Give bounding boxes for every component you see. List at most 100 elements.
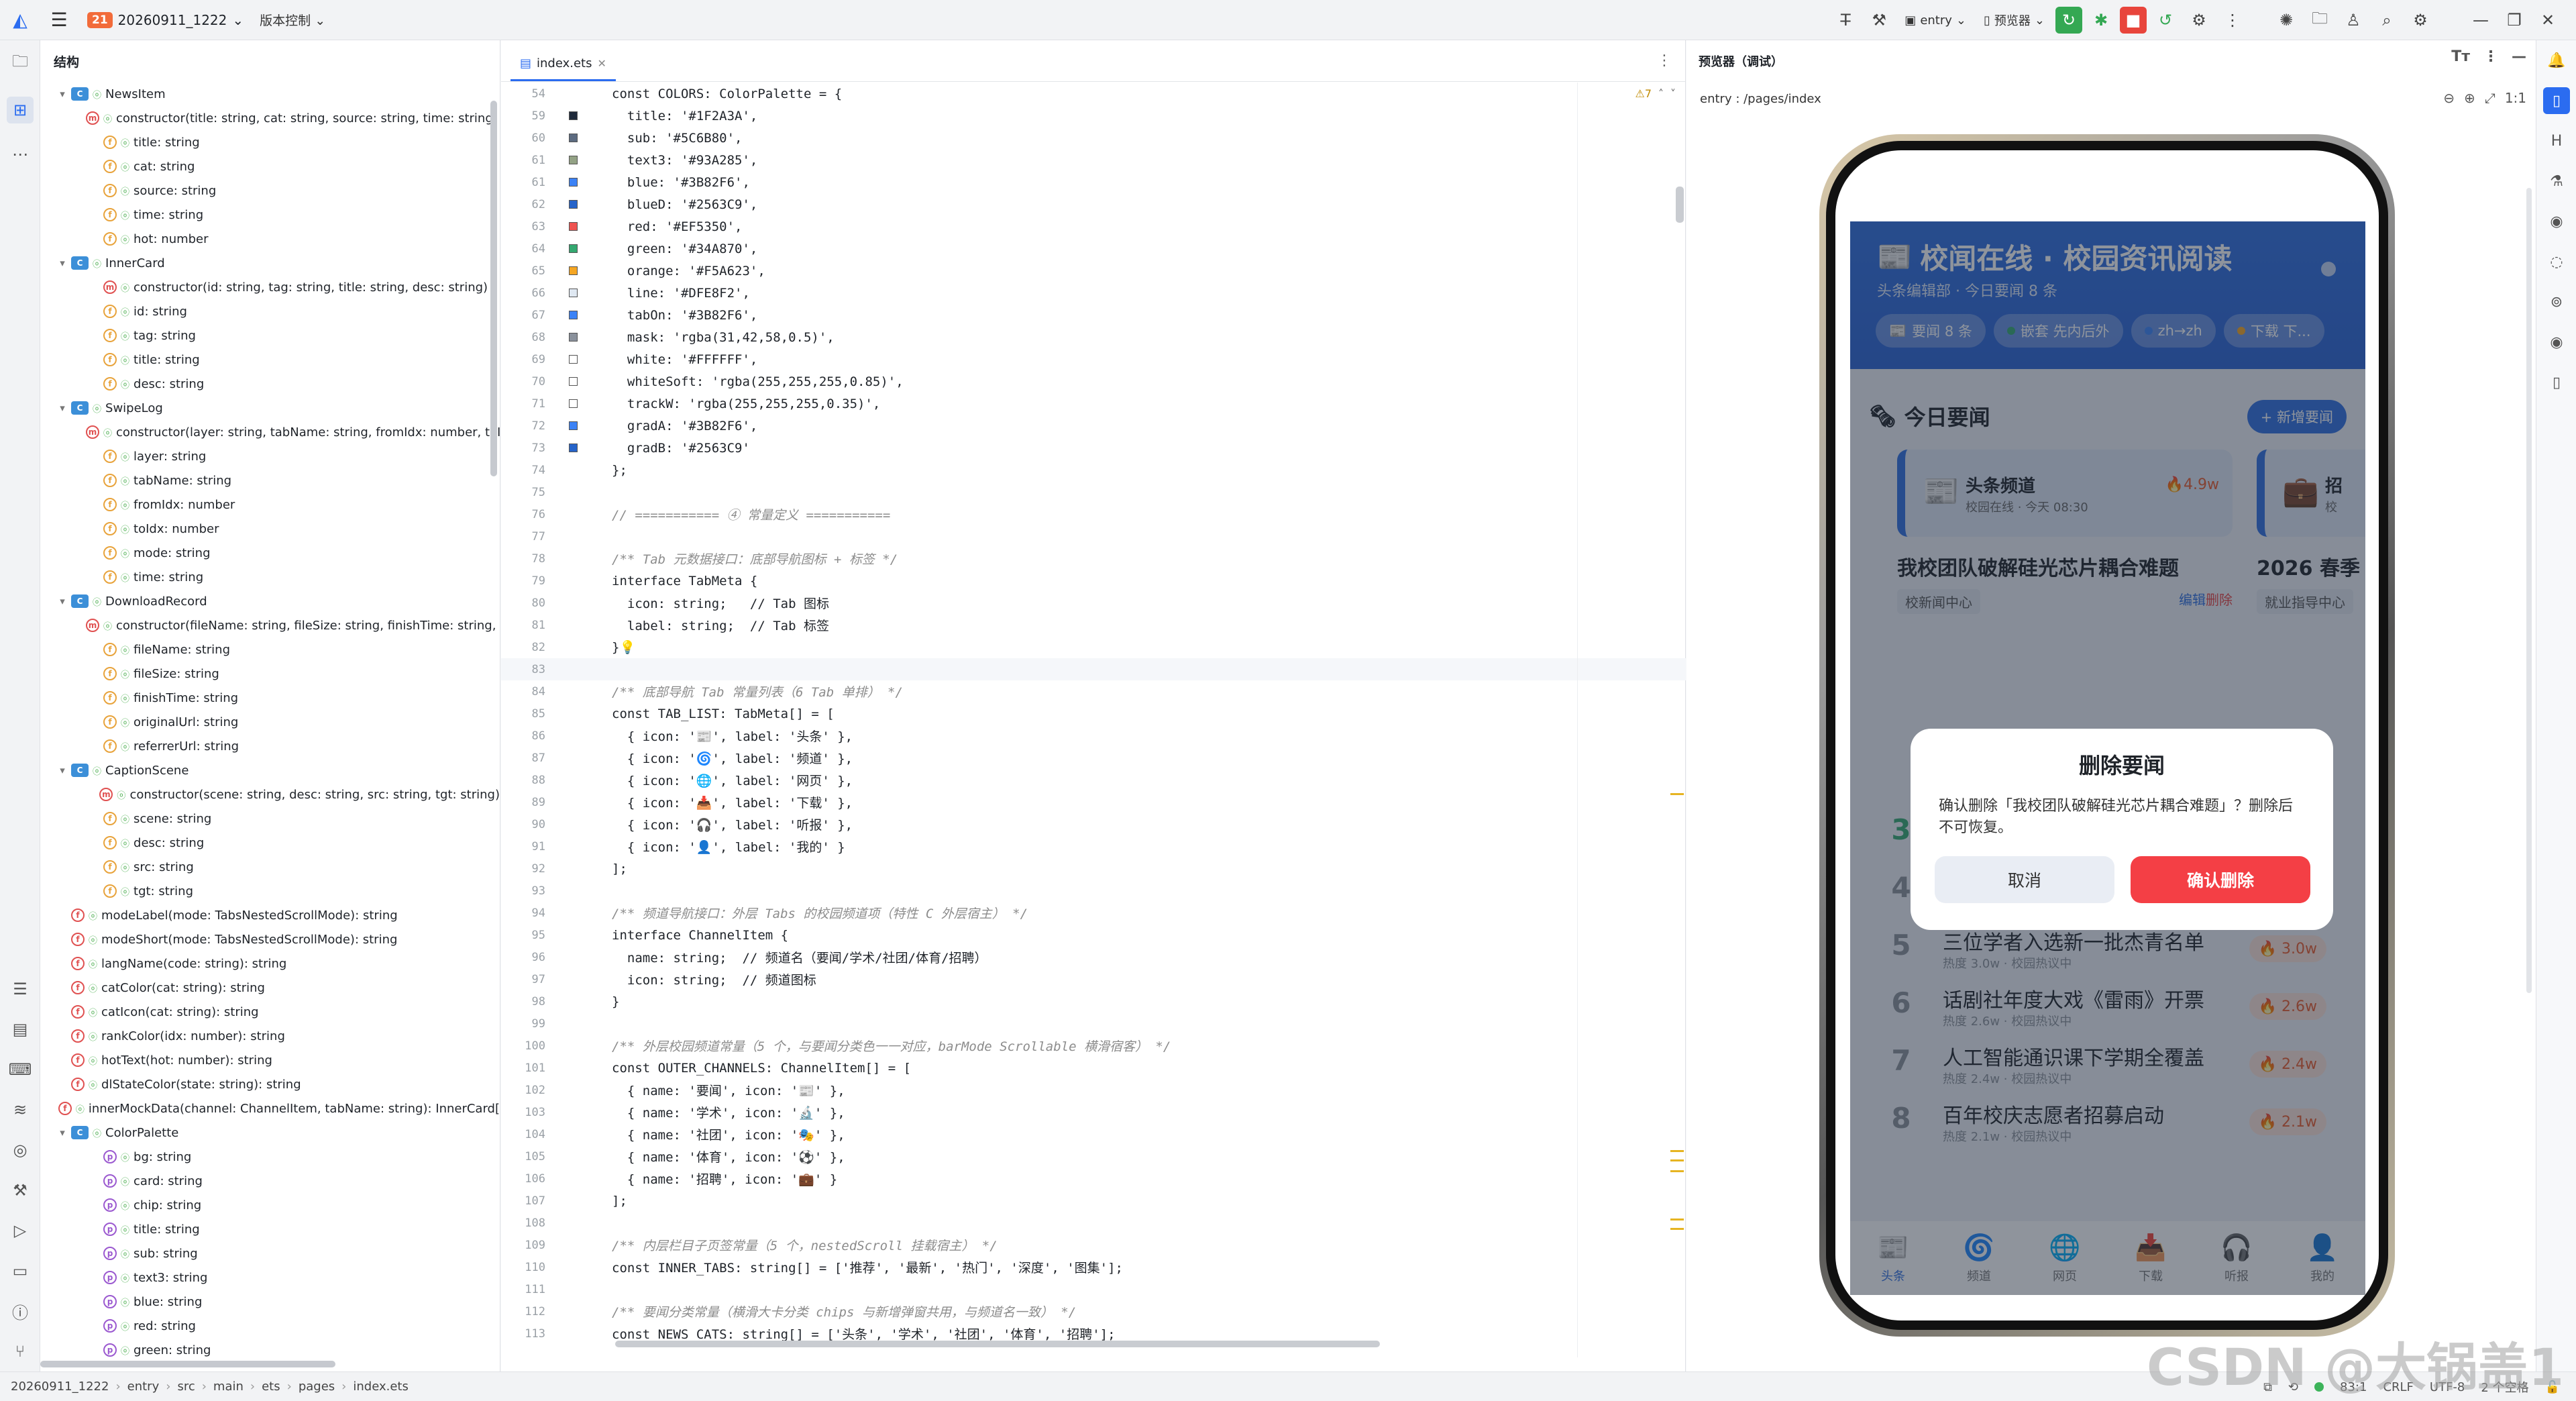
color-swatch-icon[interactable] (569, 222, 578, 231)
chevron-down-icon[interactable]: ▾ (54, 88, 71, 100)
tree-node[interactable]: ▾ Cⓞ InnerCard (40, 251, 500, 275)
color-swatch-icon[interactable] (569, 111, 578, 120)
breadcrumb-item[interactable]: 20260911_1222 (11, 1380, 109, 1394)
warning-marker[interactable] (1670, 1150, 1684, 1152)
text-tool-icon[interactable]: T̶ (1831, 5, 1860, 35)
tree-node[interactable]: f ⓞ dlStateColor(state: string): string (40, 1072, 500, 1096)
color-swatch-icon[interactable] (569, 377, 578, 386)
tree-node[interactable]: f ⓞ tgt: string (40, 879, 500, 903)
hammer-icon[interactable]: ⚒ (1864, 5, 1894, 35)
tree-node[interactable]: f ⓞ id: string (40, 299, 500, 323)
tree-node[interactable]: f ⓞ title: string (40, 348, 500, 372)
tree-node[interactable]: f ⓞ src: string (40, 855, 500, 879)
tree-node[interactable]: f ⓞ modeLabel(mode: TabsNestedScrollMode):… (40, 903, 500, 927)
project-switcher[interactable]: 21 20260911_1222 ⌄ (78, 7, 253, 34)
tree-node[interactable]: p ⓞ bg: string (40, 1145, 500, 1169)
warning-marker[interactable] (1670, 1159, 1684, 1161)
tree-node[interactable]: m ⓞ constructor(title: string, cat: string… (40, 106, 500, 130)
gear-icon[interactable]: ⚙ (2406, 5, 2435, 35)
tree-node[interactable]: ▾ Cⓞ SwipeLog (40, 396, 500, 420)
tab-index-ets[interactable]: ▤ index.ets ✕ (511, 48, 616, 81)
tree-node[interactable]: f ⓞ modeShort(mode: TabsNestedScrollMode):… (40, 927, 500, 951)
tree-node[interactable]: p ⓞ green: string (40, 1338, 500, 1362)
restore-icon[interactable]: ❐ (2500, 5, 2529, 35)
tree-node[interactable]: f ⓞ rankColor(idx: number): string (40, 1024, 500, 1048)
tree-node[interactable]: f ⓞ tag: string (40, 323, 500, 348)
editor-h-scrollbar[interactable] (615, 1341, 1380, 1347)
warning-marker[interactable] (1670, 793, 1684, 795)
tree-node[interactable]: f ⓞ layer: string (40, 444, 500, 468)
tree-node[interactable]: ▾ Cⓞ DownloadRecord (40, 589, 500, 613)
tree-node[interactable]: f ⓞ tabName: string (40, 468, 500, 492)
tree-node[interactable]: f ⓞ desc: string (40, 372, 500, 396)
tree-node[interactable]: m ⓞ constructor(scene: string, desc: strin… (40, 782, 500, 807)
warning-marker[interactable] (1670, 1228, 1684, 1230)
breadcrumb-item[interactable]: entry (127, 1380, 160, 1394)
color-swatch-icon[interactable] (569, 421, 578, 430)
breadcrumb-item[interactable]: main (213, 1380, 244, 1394)
breadcrumb-item[interactable]: src (177, 1380, 195, 1394)
chevron-down-icon[interactable]: ▾ (54, 595, 71, 607)
run-icon[interactable]: ◎ (7, 1137, 34, 1163)
tree-node[interactable]: f ⓞ fileName: string (40, 637, 500, 662)
tree-node[interactable]: f ⓞ hot: number (40, 227, 500, 251)
tree-node[interactable]: p ⓞ blue: string (40, 1290, 500, 1314)
eye-icon[interactable]: ◉ (2543, 329, 2570, 356)
device-manager-icon[interactable]: ▯ (2543, 369, 2570, 396)
settings-gear-icon[interactable]: ✺ (2271, 5, 2301, 35)
tree-node[interactable]: f ⓞ title: string (40, 130, 500, 154)
tree-node[interactable]: f ⓞ fileSize: string (40, 662, 500, 686)
chevron-down-icon[interactable]: ▾ (54, 764, 71, 776)
zoom-out-icon[interactable]: ⊖ (2443, 90, 2455, 106)
one-to-one-icon[interactable]: 1:1 (2505, 90, 2526, 106)
breadcrumb-item[interactable]: ets (262, 1380, 280, 1394)
db-icon[interactable]: ⊚ (2543, 289, 2570, 315)
problems-icon[interactable]: ⓘ (7, 1298, 34, 1325)
folder-icon[interactable]: 🗀 (2305, 5, 2334, 35)
tree-node[interactable]: f ⓞ catColor(cat: string): string (40, 976, 500, 1000)
build-icon[interactable]: ⚒ (7, 1177, 34, 1204)
tree-node[interactable]: ▾ Cⓞ ColorPalette (40, 1121, 500, 1145)
tree-node[interactable]: f ⓞ source: string (40, 178, 500, 203)
tree-node[interactable]: p ⓞ red: string (40, 1314, 500, 1338)
tree-node[interactable]: ▾ Cⓞ NewsItem (40, 82, 500, 106)
rerun-icon[interactable]: ↻ (2055, 7, 2082, 34)
fit-icon[interactable]: ⤢ (2485, 90, 2496, 106)
tree-node[interactable]: f ⓞ cat: string (40, 154, 500, 178)
tree-node[interactable]: p ⓞ chip: string (40, 1193, 500, 1217)
previewer-icon[interactable]: ▯ (2543, 87, 2570, 114)
breadcrumb-item[interactable]: pages (299, 1380, 335, 1394)
more-tools-icon[interactable]: ⋯ (7, 141, 34, 168)
tree-node[interactable]: f ⓞ fromIdx: number (40, 492, 500, 517)
tree-node[interactable]: f ⓞ innerMockData(channel: ChannelItem, ta… (40, 1096, 500, 1121)
structure-scrollbar[interactable] (490, 101, 497, 476)
tree-node[interactable]: m ⓞ constructor(fileName: string, fileSize… (40, 613, 500, 637)
zoom-in-icon[interactable]: ⊕ (2464, 90, 2475, 106)
log-icon[interactable]: ▤ (7, 1016, 34, 1043)
structure-icon[interactable]: ⊞ (7, 97, 34, 123)
color-swatch-icon[interactable] (569, 200, 578, 209)
debug-icon[interactable]: ✱ (2086, 5, 2116, 35)
tree-node[interactable]: f ⓞ scene: string (40, 807, 500, 831)
more-icon[interactable]: ⋮ (2483, 48, 2498, 65)
tree-node[interactable]: f ⓞ time: string (40, 203, 500, 227)
color-swatch-icon[interactable] (569, 134, 578, 142)
editor-v-scrollbar[interactable] (1676, 187, 1684, 223)
color-swatch-icon[interactable] (569, 333, 578, 342)
hdc-icon[interactable]: H (2543, 127, 2570, 154)
tree-node[interactable]: f ⓞ toIdx: number (40, 517, 500, 541)
structure-h-scrollbar[interactable] (40, 1361, 335, 1367)
tree-node[interactable]: p ⓞ sub: string (40, 1241, 500, 1265)
tree-node[interactable]: f ⓞ originalUrl: string (40, 710, 500, 734)
minimize-icon[interactable]: — (2466, 5, 2496, 35)
warning-marker[interactable] (1670, 1218, 1684, 1221)
chevron-down-icon[interactable]: ▾ (54, 257, 71, 269)
color-swatch-icon[interactable] (569, 244, 578, 253)
tree-node[interactable]: f ⓞ time: string (40, 565, 500, 589)
services-icon[interactable]: ≋ (7, 1096, 34, 1123)
profiler-icon[interactable]: ⌨ (7, 1056, 34, 1083)
breadcrumb-item[interactable]: index.ets (353, 1380, 408, 1394)
minimize-panel-icon[interactable]: — (2512, 48, 2526, 65)
tree-node[interactable]: f ⓞ finishTime: string (40, 686, 500, 710)
debug-run-icon[interactable]: ▷ (7, 1217, 34, 1244)
